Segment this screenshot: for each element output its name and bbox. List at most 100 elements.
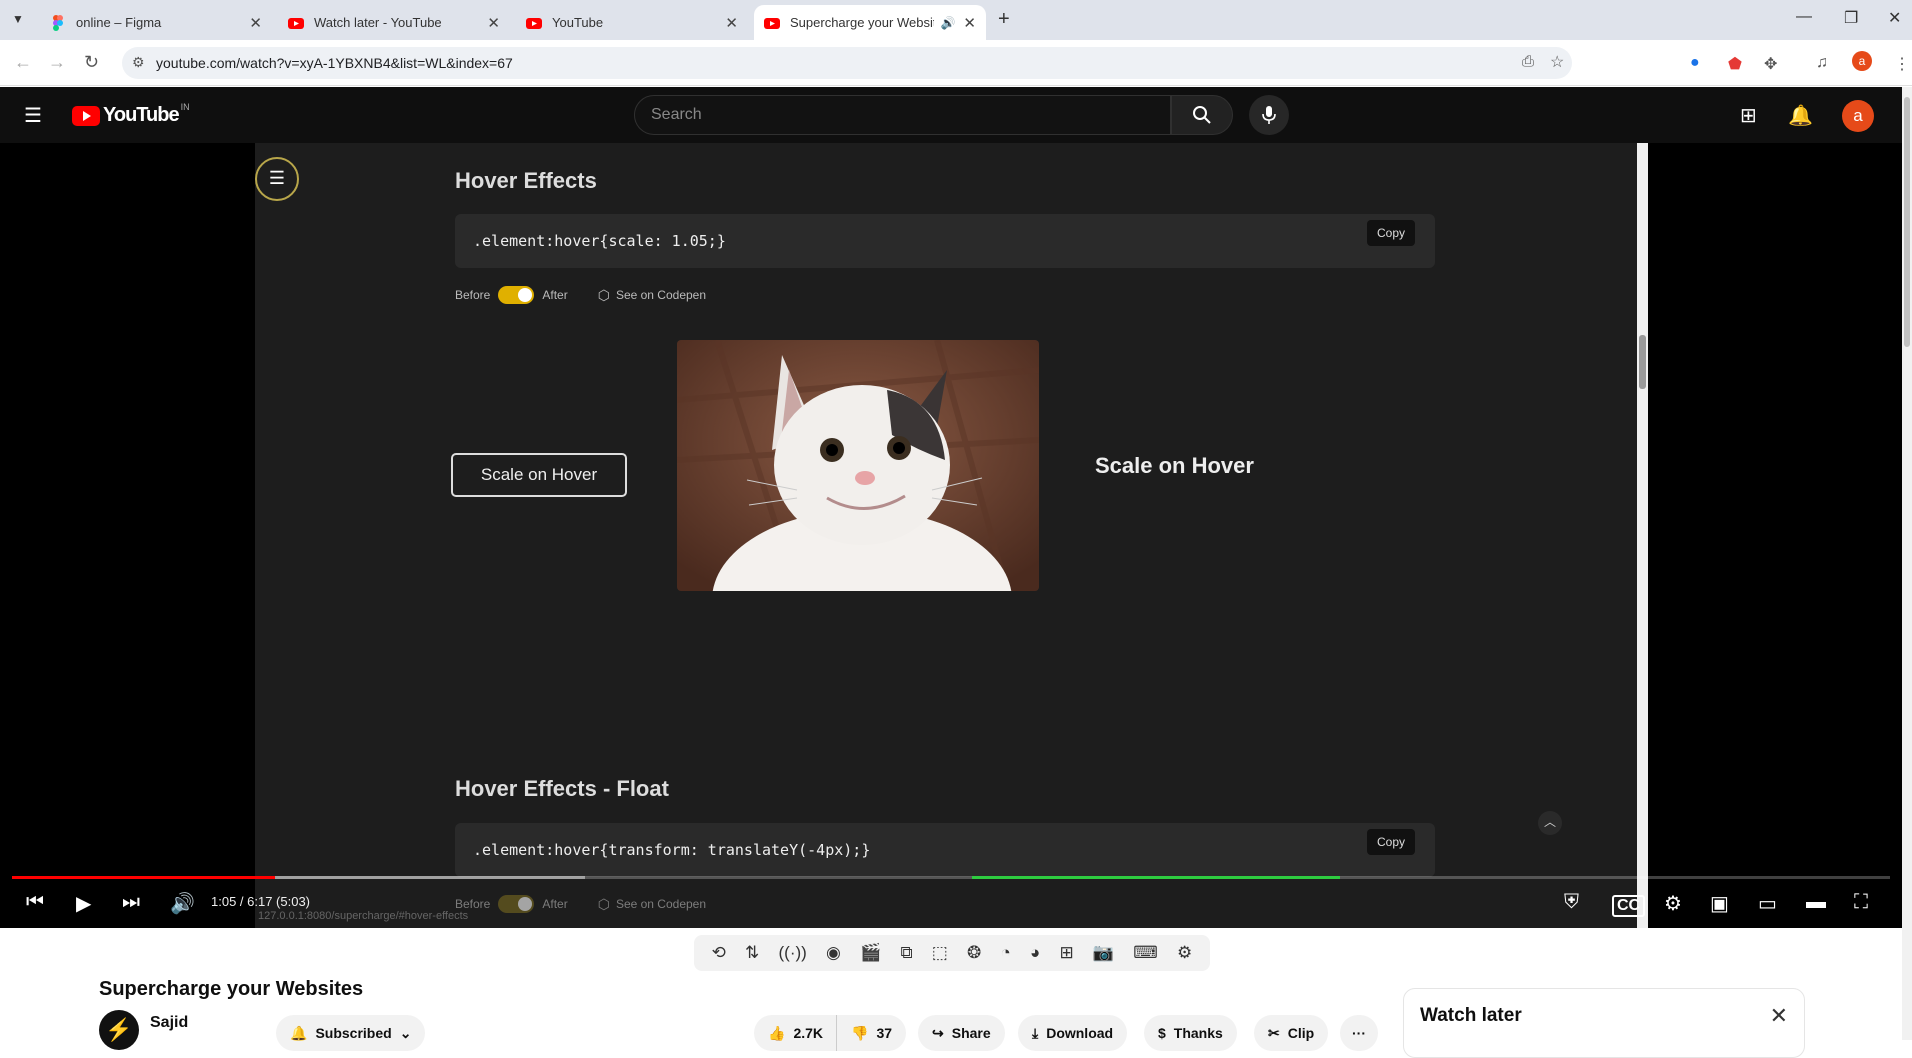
clip-button[interactable]: ✂ Clip xyxy=(1254,1015,1329,1051)
aspect-ratio-icon[interactable]: ⧉ xyxy=(900,943,912,963)
clapperboard-icon[interactable]: 🎬 xyxy=(860,943,881,963)
window-close-icon[interactable]: ✕ xyxy=(1888,8,1901,28)
play-icon[interactable]: ▶ xyxy=(76,891,91,916)
filter-icon[interactable]: ❂ xyxy=(967,943,981,963)
captions-icon[interactable]: CC xyxy=(1612,895,1646,917)
install-icon[interactable]: ⎙ xyxy=(1522,53,1534,70)
video-player[interactable]: ☰ Hover Effects .element:hover{scale: 1.… xyxy=(0,143,1902,928)
eye-icon[interactable]: ◉ xyxy=(826,943,841,963)
extensions-puzzle-icon[interactable]: ✥ xyxy=(1764,54,1777,74)
progress-bar[interactable] xyxy=(12,876,1890,879)
playlist-title[interactable]: Watch later xyxy=(1420,1005,1522,1027)
after-label: After xyxy=(542,897,568,911)
tab-youtube[interactable]: YouTube ✕ xyxy=(516,5,748,40)
progress-played xyxy=(12,876,275,879)
restore-icon[interactable]: ❐ xyxy=(1844,8,1858,28)
miniplayer-icon[interactable]: ▣ xyxy=(1710,891,1729,916)
notifications-bell-icon[interactable]: 🔔 xyxy=(1788,103,1813,128)
reload-icon[interactable]: ↻ xyxy=(84,52,99,73)
codepen-label: See on Codepen xyxy=(615,288,707,302)
dislike-button[interactable]: 👎 37 xyxy=(836,1015,907,1051)
frame-scrollbar xyxy=(1637,143,1648,928)
media-control-icon[interactable]: ♫ xyxy=(1816,54,1828,72)
search-input[interactable] xyxy=(635,96,1170,134)
profile-avatar-icon[interactable]: a xyxy=(1852,51,1872,71)
before-label: Before xyxy=(455,288,491,302)
scroll-to-top-icon: ︿ xyxy=(1538,811,1562,835)
speaker-icon[interactable]: 🔊 xyxy=(940,16,955,30)
volume-icon[interactable]: 🔊 xyxy=(170,891,195,916)
screenshot-camera-icon[interactable]: 📷 xyxy=(1093,943,1114,963)
browser-tab-bar: ▼ online – Figma ✕ Watch later - YouTube… xyxy=(0,0,1912,40)
close-tab-icon[interactable]: ✕ xyxy=(963,14,976,32)
sort-icon[interactable]: ⇅ xyxy=(745,943,759,963)
voice-search-button[interactable] xyxy=(1249,95,1289,135)
previous-icon[interactable]: ⏮ xyxy=(26,891,44,914)
account-avatar[interactable]: a xyxy=(1842,100,1874,132)
toolbar-settings-icon[interactable]: ⚙ xyxy=(1177,943,1192,963)
create-video-icon[interactable]: ⊞ xyxy=(1740,103,1757,128)
bookmark-star-icon[interactable]: ☆ xyxy=(1550,52,1564,72)
like-button[interactable]: 👍 2.7K xyxy=(754,1015,838,1051)
browser-menu-icon[interactable]: ⋮ xyxy=(1894,54,1910,74)
figma-icon xyxy=(50,14,66,31)
minimize-icon[interactable]: — xyxy=(1796,8,1812,26)
cast-icon[interactable]: ▬ xyxy=(1806,891,1826,914)
sponsorblock-icon[interactable]: ⛨ xyxy=(1564,891,1579,914)
frame-scrollbar-thumb xyxy=(1639,335,1646,389)
audio-wave-icon[interactable]: ((·)) xyxy=(779,943,807,963)
share-button[interactable]: ↪ Share xyxy=(918,1015,1005,1051)
youtube-play-logo-icon xyxy=(72,105,100,126)
keyboard-icon[interactable]: ⌨ xyxy=(1133,943,1158,963)
url-text[interactable]: youtube.com/watch?v=xyA-1YBXNB4&list=WL&… xyxy=(156,55,513,71)
share-icon: ↪ xyxy=(932,1024,944,1041)
fullscreen-icon[interactable]: ⛶ xyxy=(1854,891,1868,914)
thumbs-up-icon: 👍 xyxy=(768,1024,786,1041)
close-tab-icon[interactable]: ✕ xyxy=(249,14,262,32)
tab-supercharge[interactable]: Supercharge your Websites 🔊 ✕ xyxy=(754,5,986,40)
tab-figma[interactable]: online – Figma ✕ xyxy=(40,5,272,40)
thanks-button[interactable]: $ Thanks xyxy=(1144,1015,1237,1051)
back-icon[interactable]: ← xyxy=(14,52,32,73)
extension-shield-icon[interactable]: ⬟ xyxy=(1728,54,1742,74)
loop-icon[interactable]: ⟲ xyxy=(712,943,726,963)
site-info-icon[interactable]: ⚙ xyxy=(132,54,145,71)
tab-watch-later[interactable]: Watch later - YouTube ✕ xyxy=(278,5,510,40)
tab-title: Watch later - YouTube xyxy=(314,15,442,30)
search-box xyxy=(634,95,1171,135)
new-tab-button[interactable]: + xyxy=(998,8,1010,31)
subscribed-button[interactable]: 🔔 Subscribed ⌄ xyxy=(276,1015,426,1051)
youtube-icon xyxy=(288,15,304,31)
search-icon xyxy=(1193,106,1211,124)
channel-name[interactable]: Sajid xyxy=(150,1014,188,1032)
extension-blue-icon[interactable]: ● xyxy=(1690,54,1700,72)
speed-icon[interactable]: ◔ xyxy=(1001,943,1011,963)
chevron-down-icon: ⌄ xyxy=(399,1024,412,1041)
search-button[interactable] xyxy=(1171,95,1233,135)
youtube-wordmark: YouTube xyxy=(103,104,180,126)
omnibox[interactable]: ⚙ youtube.com/watch?v=xyA-1YBXNB4&list=W… xyxy=(122,47,1572,79)
bell-icon: 🔔 xyxy=(290,1024,308,1041)
speed-plus-icon[interactable]: ◕ xyxy=(1030,943,1040,963)
channel-avatar[interactable]: ⚡ xyxy=(99,1010,139,1050)
crop-icon[interactable]: ⬚ xyxy=(932,943,948,963)
codepen-label: See on Codepen xyxy=(615,897,707,911)
close-tab-icon[interactable]: ✕ xyxy=(725,14,738,32)
youtube-logo[interactable]: YouTube IN xyxy=(72,102,190,127)
before-after-toggle xyxy=(498,286,535,304)
page-scrollbar[interactable] xyxy=(1902,87,1912,1040)
tab-search-dropdown[interactable]: ▼ xyxy=(12,12,24,26)
settings-gear-icon[interactable]: ⚙ xyxy=(1664,891,1682,916)
more-actions-button[interactable]: ··· xyxy=(1340,1015,1378,1051)
next-icon[interactable]: ⏭ xyxy=(122,891,140,914)
hamburger-menu-icon[interactable]: ☰ xyxy=(24,103,42,128)
forward-icon[interactable]: → xyxy=(48,52,66,73)
close-playlist-icon[interactable]: ✕ xyxy=(1770,1003,1788,1029)
picture-plus-icon[interactable]: ⊞ xyxy=(1059,943,1073,963)
close-tab-icon[interactable]: ✕ xyxy=(487,14,500,32)
page-scrollbar-thumb[interactable] xyxy=(1904,97,1910,347)
codepen-icon: ⬡ xyxy=(597,286,610,303)
theater-mode-icon[interactable]: ▭ xyxy=(1758,891,1777,916)
address-bar: ← → ↻ ⚙ youtube.com/watch?v=xyA-1YBXNB4&… xyxy=(0,40,1912,86)
download-button[interactable]: ⤓ Download xyxy=(1018,1015,1128,1051)
